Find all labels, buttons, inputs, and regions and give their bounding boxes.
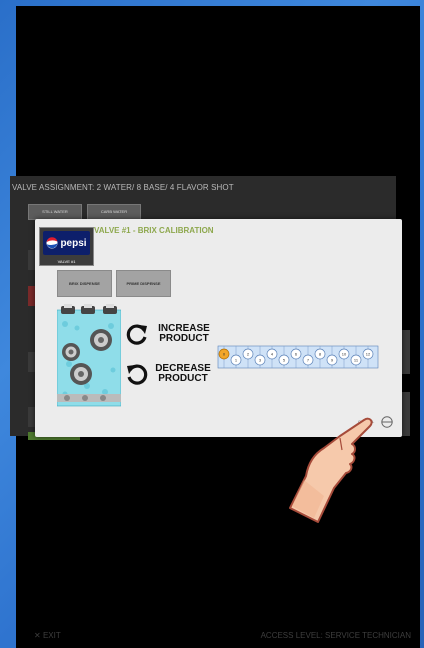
exit-button[interactable]: ✕ EXIT [34,631,61,640]
valve-image [57,304,121,407]
prime-dispense-button[interactable]: PRIME DISPENSE [116,270,171,297]
valve-assignment-title: VALVE ASSIGNMENT: 2 WATER/ 8 BASE/ 4 FLA… [12,183,234,192]
carb-water-button[interactable]: CARB WATER [87,204,141,220]
counterclockwise-arrow-icon[interactable] [125,362,149,386]
scale-position-label: 12 [366,351,371,356]
still-water-button[interactable]: STILL WATER [28,204,82,220]
brix-adjustment-scale: 0123456789101112 [217,345,379,369]
clockwise-arrow-icon[interactable] [125,322,149,346]
decrease-product-label: DECREASE PRODUCT [155,363,211,384]
increase-product-label: INCREASE PRODUCT [158,323,210,344]
scale-position-label: 10 [342,351,347,356]
dialog-title: VALVE #1 - BRIX CALIBRATION [94,226,214,235]
access-level-label: ACCESS LEVEL: SERVICE TECHNICIAN [260,631,411,640]
pepsi-globe-icon [46,237,58,249]
valve-brand-card: pepsi VALVE #1 [39,227,94,266]
valve-number-label: VALVE #1 [57,259,76,264]
pointing-hand-icon [289,417,373,523]
brix-dispense-button[interactable]: BRIX DISPENSE [57,270,112,297]
logo-text: pepsi [60,237,87,249]
cancel-icon[interactable] [381,416,393,428]
pepsi-logo: pepsi [43,231,90,255]
